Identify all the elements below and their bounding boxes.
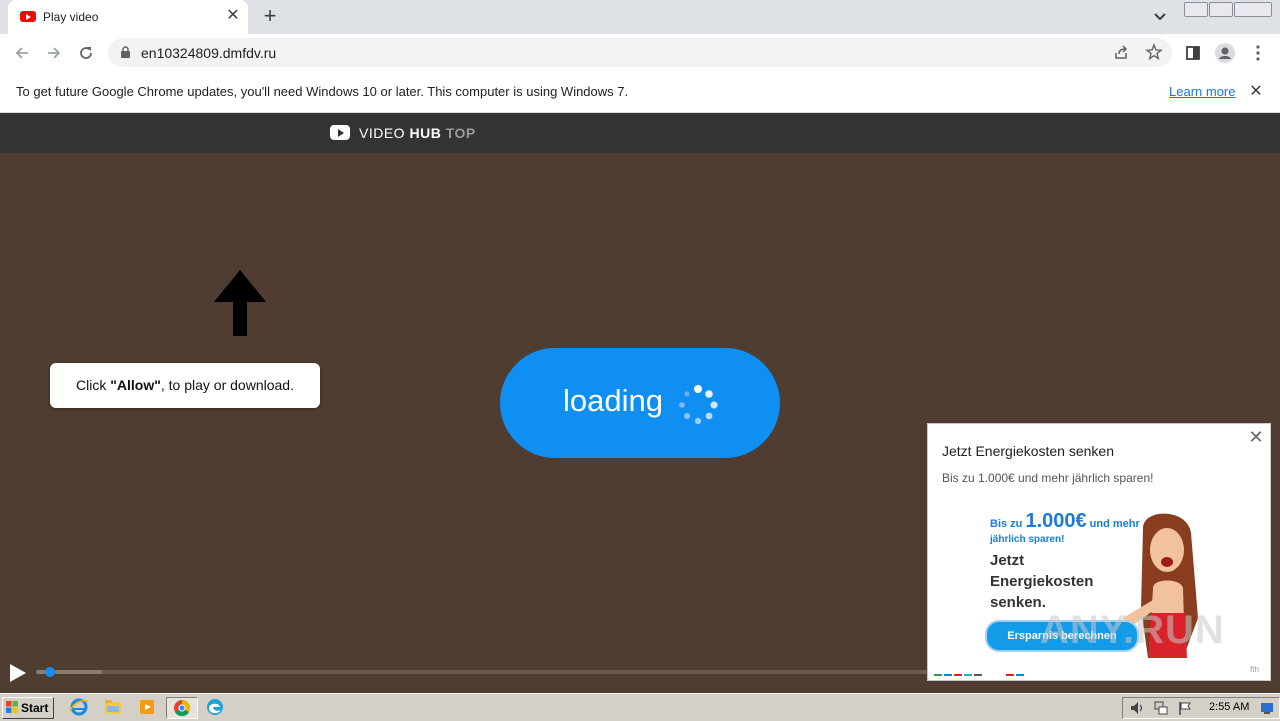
logo-word-video: VIDEO bbox=[359, 125, 406, 141]
logo-word-top: TOP bbox=[445, 125, 476, 141]
volume-icon[interactable] bbox=[1129, 700, 1145, 716]
infobar-close-icon[interactable]: ✕ bbox=[1247, 81, 1265, 101]
start-button[interactable]: Start bbox=[2, 697, 54, 719]
chrome-icon bbox=[174, 699, 191, 717]
close-window-button[interactable] bbox=[1234, 2, 1272, 17]
allow-instruction-box: Click "Allow", to play or download. bbox=[50, 363, 320, 408]
ad-image-headline: Jetzt Energiekosten senken. bbox=[990, 552, 1094, 611]
tab-play-video[interactable]: Play video ✕ bbox=[8, 0, 248, 34]
address-bar[interactable]: en10324809.dmfdv.ru bbox=[108, 38, 1172, 67]
play-logo-icon bbox=[330, 125, 350, 140]
ad-title: Jetzt Energiekosten senken bbox=[942, 443, 1114, 459]
back-icon[interactable] bbox=[11, 42, 33, 64]
media-player-icon[interactable] bbox=[136, 697, 158, 717]
edge-icon[interactable] bbox=[204, 697, 226, 717]
bookmark-star-icon[interactable] bbox=[1145, 43, 1163, 66]
profile-avatar-icon[interactable] bbox=[1214, 42, 1236, 64]
clock[interactable]: 2:55 AM bbox=[1209, 701, 1249, 713]
restore-button[interactable] bbox=[1209, 2, 1233, 17]
infobar-message: To get future Google Chrome updates, you… bbox=[16, 84, 629, 99]
loading-label: loading bbox=[563, 383, 663, 418]
ad-image-amount: Bis zu 1.000€ und mehr bbox=[990, 510, 1140, 532]
file-explorer-icon[interactable] bbox=[102, 697, 124, 717]
url-text: en10324809.dmfdv.ru bbox=[141, 45, 277, 61]
taskbar: Start 2:55 AM bbox=[0, 693, 1280, 721]
side-panel-icon[interactable] bbox=[1182, 42, 1204, 64]
windows-flag-icon bbox=[6, 701, 18, 713]
minimize-button[interactable] bbox=[1184, 2, 1208, 17]
menu-kebab-icon[interactable] bbox=[1247, 42, 1269, 64]
share-icon[interactable] bbox=[1113, 44, 1129, 65]
arrow-up-icon bbox=[214, 270, 266, 336]
action-center-flag-icon[interactable] bbox=[1177, 700, 1193, 716]
taskbar-chrome-button[interactable] bbox=[166, 697, 198, 719]
forward-icon[interactable] bbox=[43, 42, 65, 64]
tab-search-chevron-icon[interactable] bbox=[1150, 8, 1170, 26]
player-controls bbox=[0, 655, 930, 693]
watermark-text: ANY.RUN bbox=[1040, 608, 1225, 652]
progress-handle[interactable] bbox=[45, 667, 55, 677]
ad-image-savings: jährlich sparen! bbox=[990, 534, 1065, 545]
ad-footer-label: fth bbox=[1250, 665, 1259, 674]
new-tab-button[interactable]: + bbox=[258, 5, 282, 29]
lock-icon bbox=[120, 46, 131, 64]
ad-close-icon[interactable]: ✕ bbox=[1247, 428, 1265, 446]
network-icon[interactable] bbox=[1153, 700, 1169, 716]
site-logo[interactable]: VIDEO HUB TOP bbox=[359, 125, 476, 141]
allow-instruction-text: Click "Allow", to play or download. bbox=[76, 377, 294, 393]
play-icon[interactable] bbox=[10, 664, 26, 682]
internet-explorer-icon[interactable] bbox=[68, 697, 90, 717]
tab-close-icon[interactable]: ✕ bbox=[224, 7, 242, 25]
progress-bar[interactable] bbox=[36, 667, 930, 677]
learn-more-link[interactable]: Learn more bbox=[1169, 84, 1235, 99]
spinner-icon bbox=[679, 385, 718, 425]
loading-button[interactable]: loading bbox=[500, 348, 780, 458]
start-label: Start bbox=[21, 701, 49, 715]
show-desktop-icon[interactable] bbox=[1260, 701, 1274, 715]
ad-subtitle: Bis zu 1.000€ und mehr jährlich sparen! bbox=[942, 471, 1154, 485]
logo-word-hub: HUB bbox=[409, 125, 442, 141]
ad-color-strip bbox=[934, 674, 1024, 676]
browser-toolbar: en10324809.dmfdv.ru bbox=[0, 34, 1280, 72]
tab-strip: Play video ✕ + bbox=[0, 0, 1280, 34]
youtube-favicon-icon bbox=[20, 11, 36, 22]
tab-title: Play video bbox=[43, 10, 99, 24]
site-header: VIDEO HUB TOP bbox=[0, 113, 1280, 153]
system-tray: 2:55 AM bbox=[1122, 697, 1280, 719]
update-infobar: To get future Google Chrome updates, you… bbox=[0, 71, 1280, 113]
reload-icon[interactable] bbox=[75, 42, 97, 64]
